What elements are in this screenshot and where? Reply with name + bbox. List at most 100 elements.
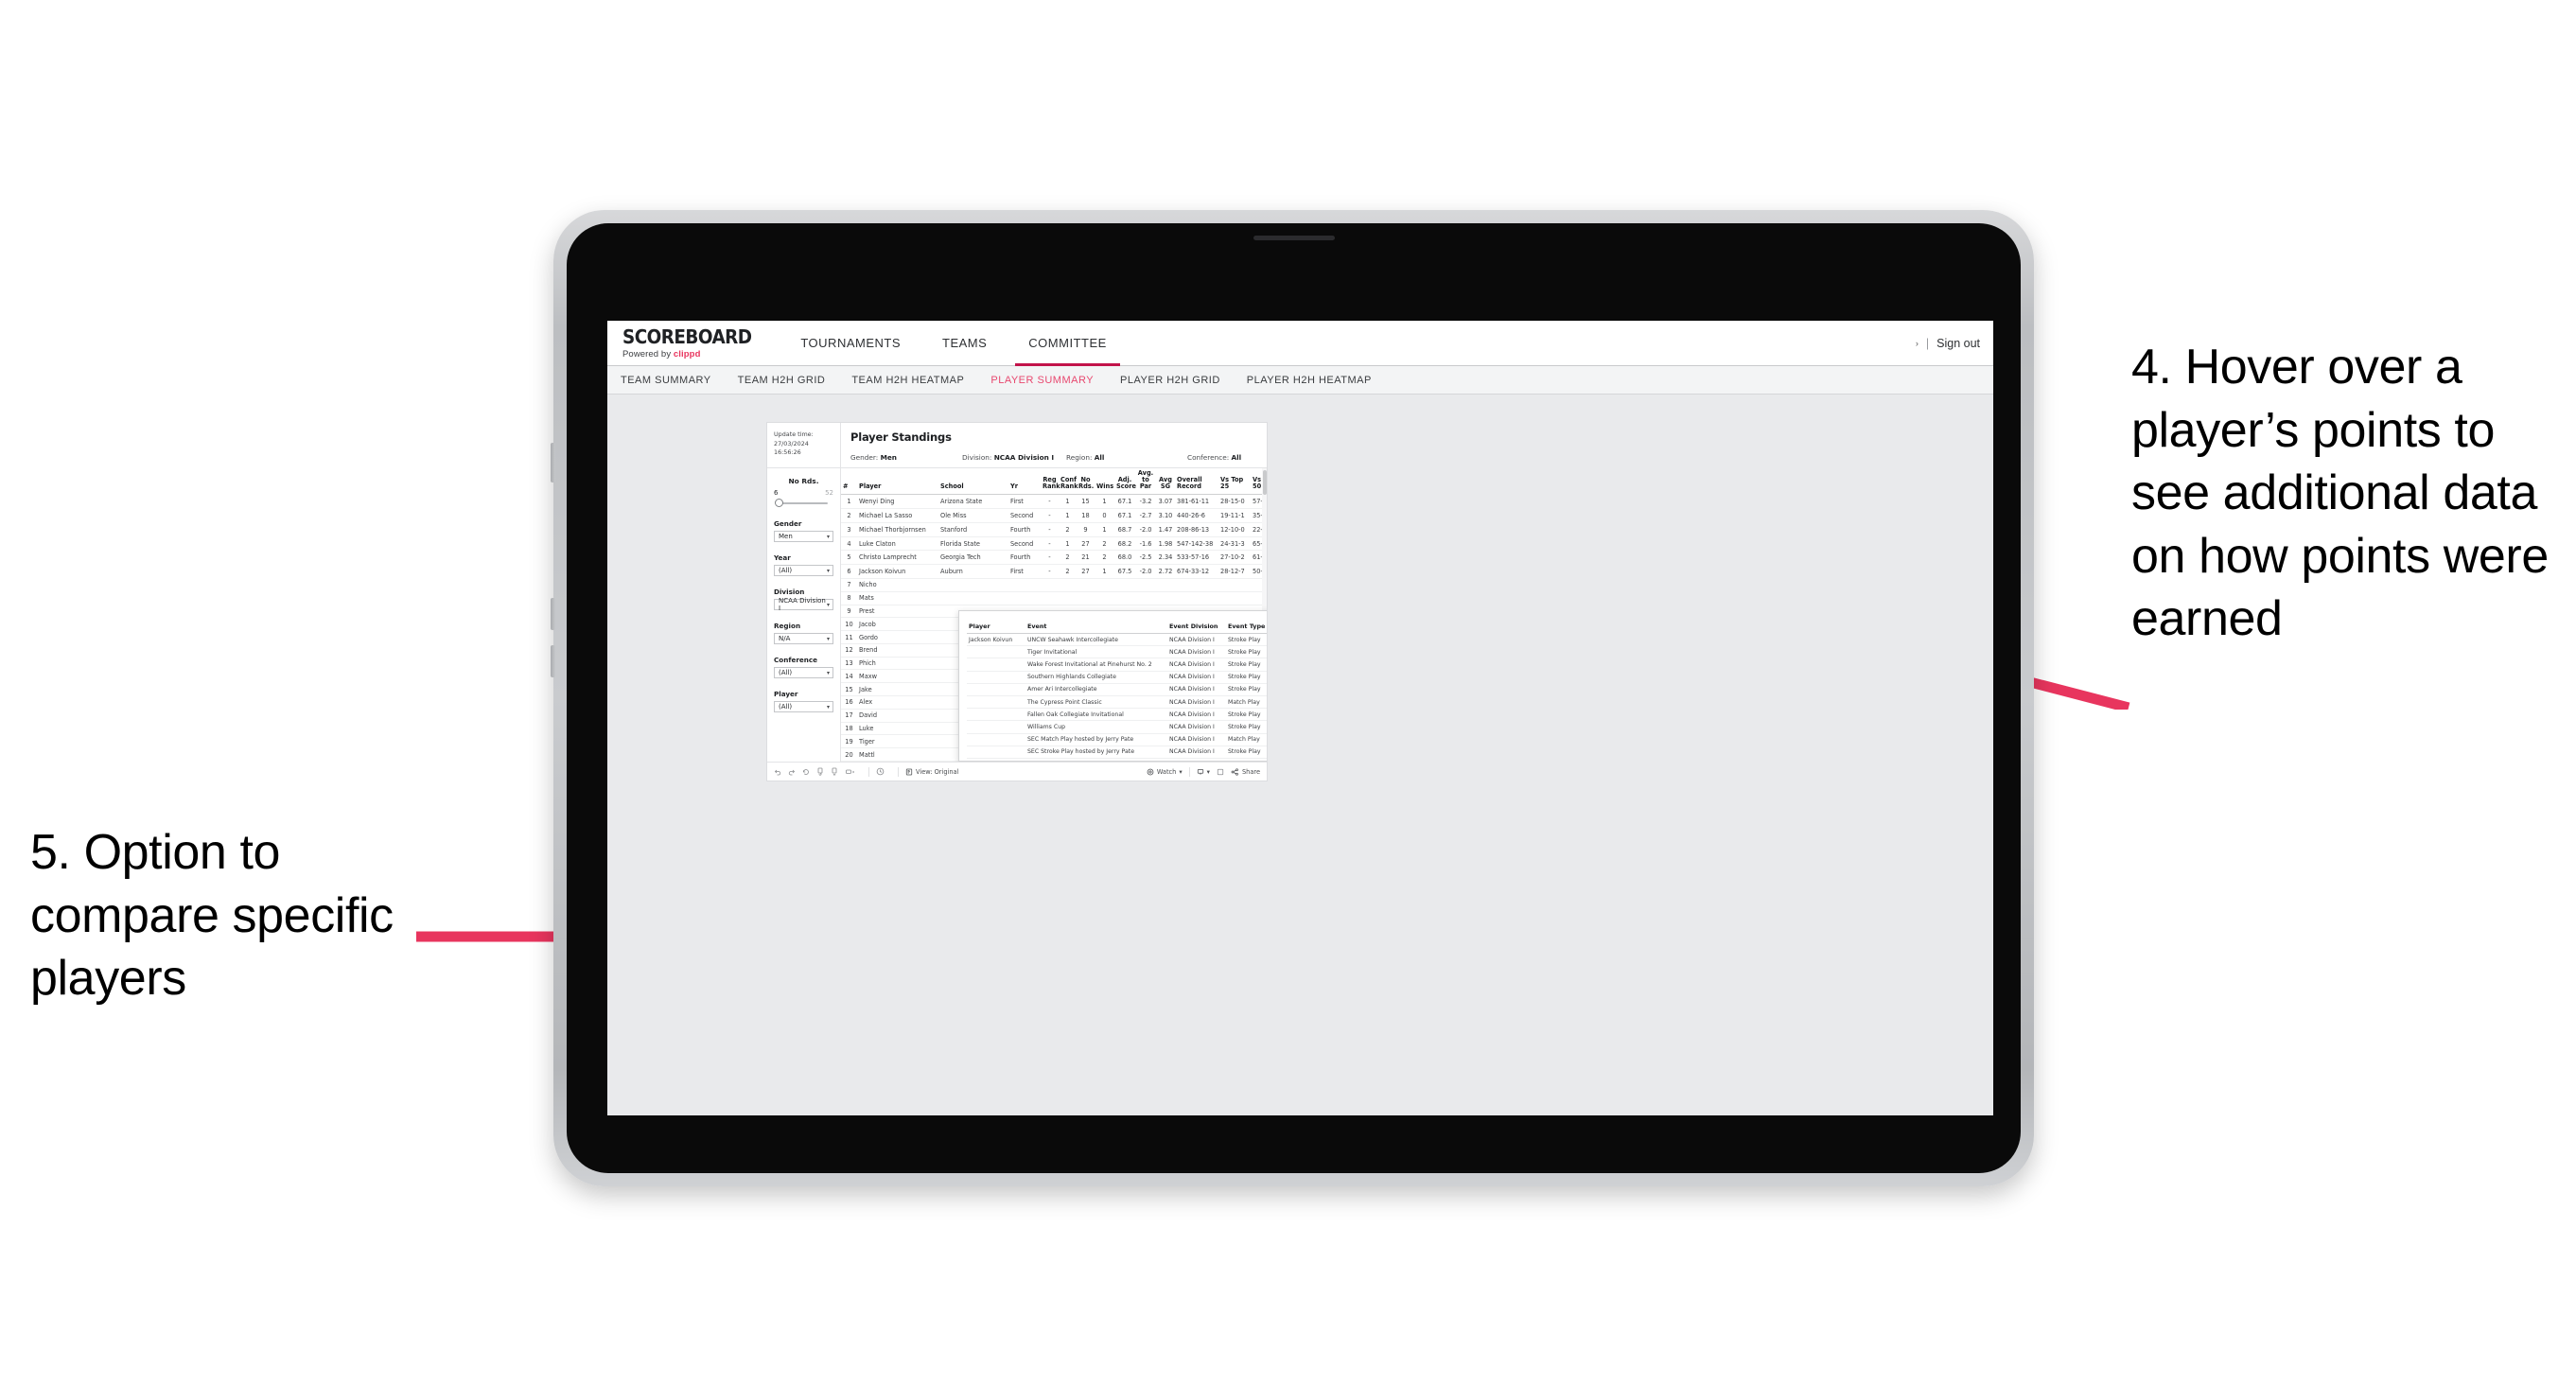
table-scrollbar-thumb[interactable]: [1262, 470, 1267, 495]
cell-t25: 27-10-2: [1218, 550, 1251, 566]
col-no-rds[interactable]: No Rds.: [1077, 468, 1095, 496]
col-avg-sg[interactable]: Avg SG: [1156, 468, 1175, 496]
brand-logo[interactable]: SCOREBOARD Powered by clippd: [607, 321, 780, 365]
tooltip-cell-player: [967, 720, 1025, 734]
tab-team-h2h-heatmap[interactable]: TEAM H2H HEATMAP: [851, 375, 964, 386]
cell-adj: 68.7: [1114, 522, 1135, 537]
cell-reg: [1041, 591, 1059, 605]
cell-reg: -: [1041, 536, 1059, 552]
tooltip-row: Mirabel Maui Jim IntercollegiateNCAA Div…: [967, 758, 1267, 762]
topnav-item-committee[interactable]: COMMITTEE: [1008, 321, 1128, 366]
col-avg-to-par[interactable]: Avg. to Par: [1135, 468, 1156, 496]
cell-adj: 68.2: [1114, 536, 1135, 552]
tab-player-h2h-grid[interactable]: PLAYER H2H GRID: [1120, 375, 1220, 386]
cell-record: [1175, 578, 1218, 592]
table-row[interactable]: 7 Nicho: [841, 578, 1267, 592]
filter-year-select[interactable]: (All) ▾: [774, 565, 833, 576]
col-vs-top-25[interactable]: Vs Top 25: [1218, 468, 1251, 496]
revert-icon[interactable]: [802, 768, 810, 776]
filter-region-select[interactable]: N/A ▾: [774, 633, 833, 644]
highlight-icon[interactable]: [845, 768, 855, 776]
pause-updates-icon[interactable]: [831, 767, 838, 776]
tooltip-cell-type: Stroke Play: [1226, 671, 1267, 684]
cell-rank: 4: [841, 536, 857, 552]
sign-out-link[interactable]: Sign out: [1936, 337, 1980, 350]
user-menu-caret-icon[interactable]: ›: [1916, 339, 1919, 348]
col-rank[interactable]: #: [841, 468, 857, 496]
tooltip-row: The Cypress Point Classic NCAA Division I…: [967, 695, 1267, 710]
table-row[interactable]: 3 Michael Thorbjornsen Stanford Fourth -2 9 1 6…: [841, 522, 1267, 537]
table-row[interactable]: 8 Mats: [841, 591, 1267, 605]
cell-player: Maxw: [857, 669, 938, 684]
table-row[interactable]: 2 Michael La Sasso Ole Miss Second -1 18 0 67.1…: [841, 508, 1267, 523]
fullscreen-icon[interactable]: [1217, 768, 1224, 776]
filter-division-select[interactable]: NCAA Division I ▾: [774, 597, 833, 612]
viz-body: No Rds. 6 52 Gender Men ▾ Year (All) ▾ D…: [767, 468, 1267, 762]
filter-player-value: (All): [779, 703, 793, 711]
col-player[interactable]: Player: [857, 468, 938, 496]
cell-record: 547-142-38: [1175, 536, 1218, 552]
table-row[interactable]: 5 Christo Lamprecht Georgia Tech Fourth -2 21…: [841, 550, 1267, 566]
update-time-label: Update time:: [774, 430, 814, 438]
tooltip-cell-player: [967, 671, 1025, 684]
filter-gender: Gender Men ▾: [774, 519, 833, 542]
cell-sg: 2.34: [1156, 550, 1175, 566]
filter-player-select[interactable]: (All) ▾: [774, 701, 833, 712]
refresh-icon[interactable]: [816, 767, 824, 776]
tooltip-row: Southern Highlands Collegiate NCAA Divisi…: [967, 671, 1267, 684]
topnav-item-teams[interactable]: TEAMS: [921, 321, 1008, 365]
filter-player-label: Player: [774, 690, 798, 698]
tab-team-h2h-grid[interactable]: TEAM H2H GRID: [738, 375, 826, 386]
filter-no-rounds-slider[interactable]: [774, 499, 833, 507]
tooltip-row: SEC Match Play hosted by Jerry Pate NCAA …: [967, 733, 1267, 746]
table-row[interactable]: 6 Jackson Koivun Auburn First -2 27 1 67.5 -2.0 2…: [841, 564, 1267, 580]
view-original-button[interactable]: View: Original: [905, 768, 958, 776]
tooltip-cell-type: Stroke Play: [1226, 758, 1267, 762]
col-adj-score[interactable]: Adj. Score: [1114, 468, 1136, 496]
topnav-item-tournaments[interactable]: TOURNAMENTS: [780, 321, 921, 365]
cell-player: Brend: [857, 643, 938, 658]
volume-up-button[interactable]: [551, 598, 555, 630]
cell-yr: Fourth: [1008, 550, 1041, 566]
col-school[interactable]: School: [938, 468, 1008, 496]
table-row[interactable]: 4 Luke Claton Florida State Second -1 27 2 68.2…: [841, 536, 1267, 552]
cell-wins: 1: [1095, 564, 1114, 580]
volume-down-button[interactable]: [551, 645, 555, 677]
subscribe-button[interactable]: ▾: [1197, 768, 1210, 776]
cell-reg: -: [1041, 564, 1059, 580]
annotation-hover-points: 4. Hover over a player’s points to see a…: [2131, 340, 2549, 647]
filter-gender-select[interactable]: Men ▾: [774, 531, 833, 542]
history-icon[interactable]: [876, 767, 885, 776]
cell-player: Luke: [857, 722, 938, 736]
cell-yr: [1008, 591, 1041, 605]
col-reg-rank[interactable]: Reg Rank: [1041, 468, 1060, 496]
tab-team-summary[interactable]: TEAM SUMMARY: [621, 375, 711, 386]
filter-conference-select[interactable]: (All) ▾: [774, 667, 833, 678]
tooltip-cell-event: Fallen Oak Collegiate Invitational: [1025, 708, 1167, 722]
cell-conf: 2: [1059, 564, 1077, 580]
tab-player-summary[interactable]: PLAYER SUMMARY: [990, 375, 1094, 386]
cell-player: Wenyi Ding: [857, 494, 938, 510]
col-wins[interactable]: Wins: [1095, 468, 1114, 496]
tooltip-row: Williams CupNCAA Division IStroke Play3P…: [967, 720, 1267, 734]
col-yr[interactable]: Yr: [1008, 468, 1041, 496]
cell-school: Auburn: [938, 564, 1008, 580]
watch-button[interactable]: Watch ▾: [1147, 768, 1183, 776]
cell-rank: 3: [841, 522, 857, 537]
cell-conf: 2: [1059, 550, 1077, 566]
tab-player-h2h-heatmap[interactable]: PLAYER H2H HEATMAP: [1247, 375, 1372, 386]
slider-handle[interactable]: [775, 499, 783, 507]
col-overall-record[interactable]: Overall Record: [1175, 468, 1218, 496]
cell-rank: 6: [841, 564, 857, 580]
col-conf-rank[interactable]: Conf Rank: [1059, 468, 1078, 496]
standings-table-container[interactable]: # Player School Yr Reg Rank Conf Rank No Rd…: [841, 468, 1267, 762]
table-row[interactable]: 1 Wenyi Ding Arizona State First -1 15 1 67.1 -3…: [841, 494, 1267, 510]
power-button[interactable]: [551, 443, 555, 482]
share-button[interactable]: Share: [1231, 768, 1260, 776]
tooltip-cell-event: SEC Stroke Play hosted by Jerry Pate: [1025, 746, 1167, 759]
cell-reg: -: [1041, 550, 1059, 566]
cell-conf: 2: [1059, 522, 1077, 537]
undo-icon[interactable]: [774, 768, 781, 776]
redo-icon[interactable]: [788, 768, 796, 776]
update-time-block: Update time: 27/03/2024 16:56:26: [767, 423, 841, 467]
